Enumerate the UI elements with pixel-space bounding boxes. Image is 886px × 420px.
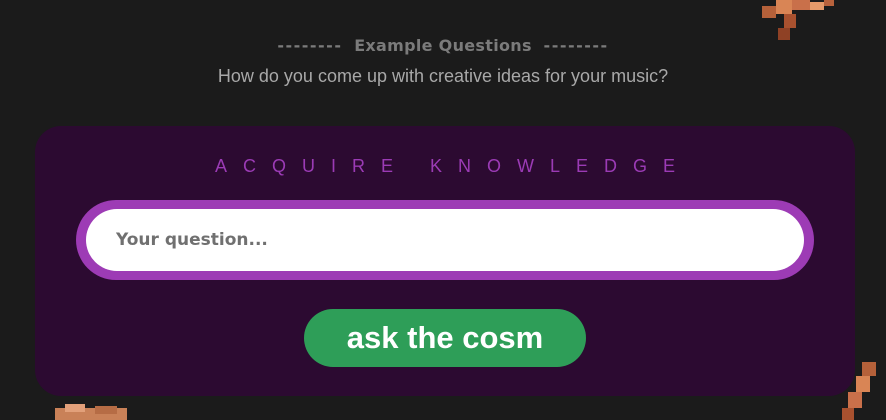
question-input[interactable] — [86, 209, 804, 271]
panel-title: ACQUIRE KNOWLEDGE — [214, 156, 692, 176]
voxel-figure-icon — [55, 404, 127, 420]
question-input-border — [76, 200, 814, 280]
examples-heading-label: Example Questions — [354, 36, 532, 55]
voxel-figure-icon — [762, 0, 834, 40]
voxel-figure-icon — [842, 362, 876, 420]
examples-heading: -------- Example Questions -------- — [0, 36, 886, 55]
heading-dashes-right: -------- — [543, 36, 609, 55]
heading-dashes-left: -------- — [277, 36, 343, 55]
example-question[interactable]: How do you come up with creative ideas f… — [0, 66, 886, 87]
ask-the-cosm-button[interactable]: ask the cosm — [304, 309, 586, 367]
question-panel: ACQUIRE KNOWLEDGE ask the cosm — [35, 126, 855, 396]
page: -------- Example Questions -------- How … — [0, 0, 886, 420]
